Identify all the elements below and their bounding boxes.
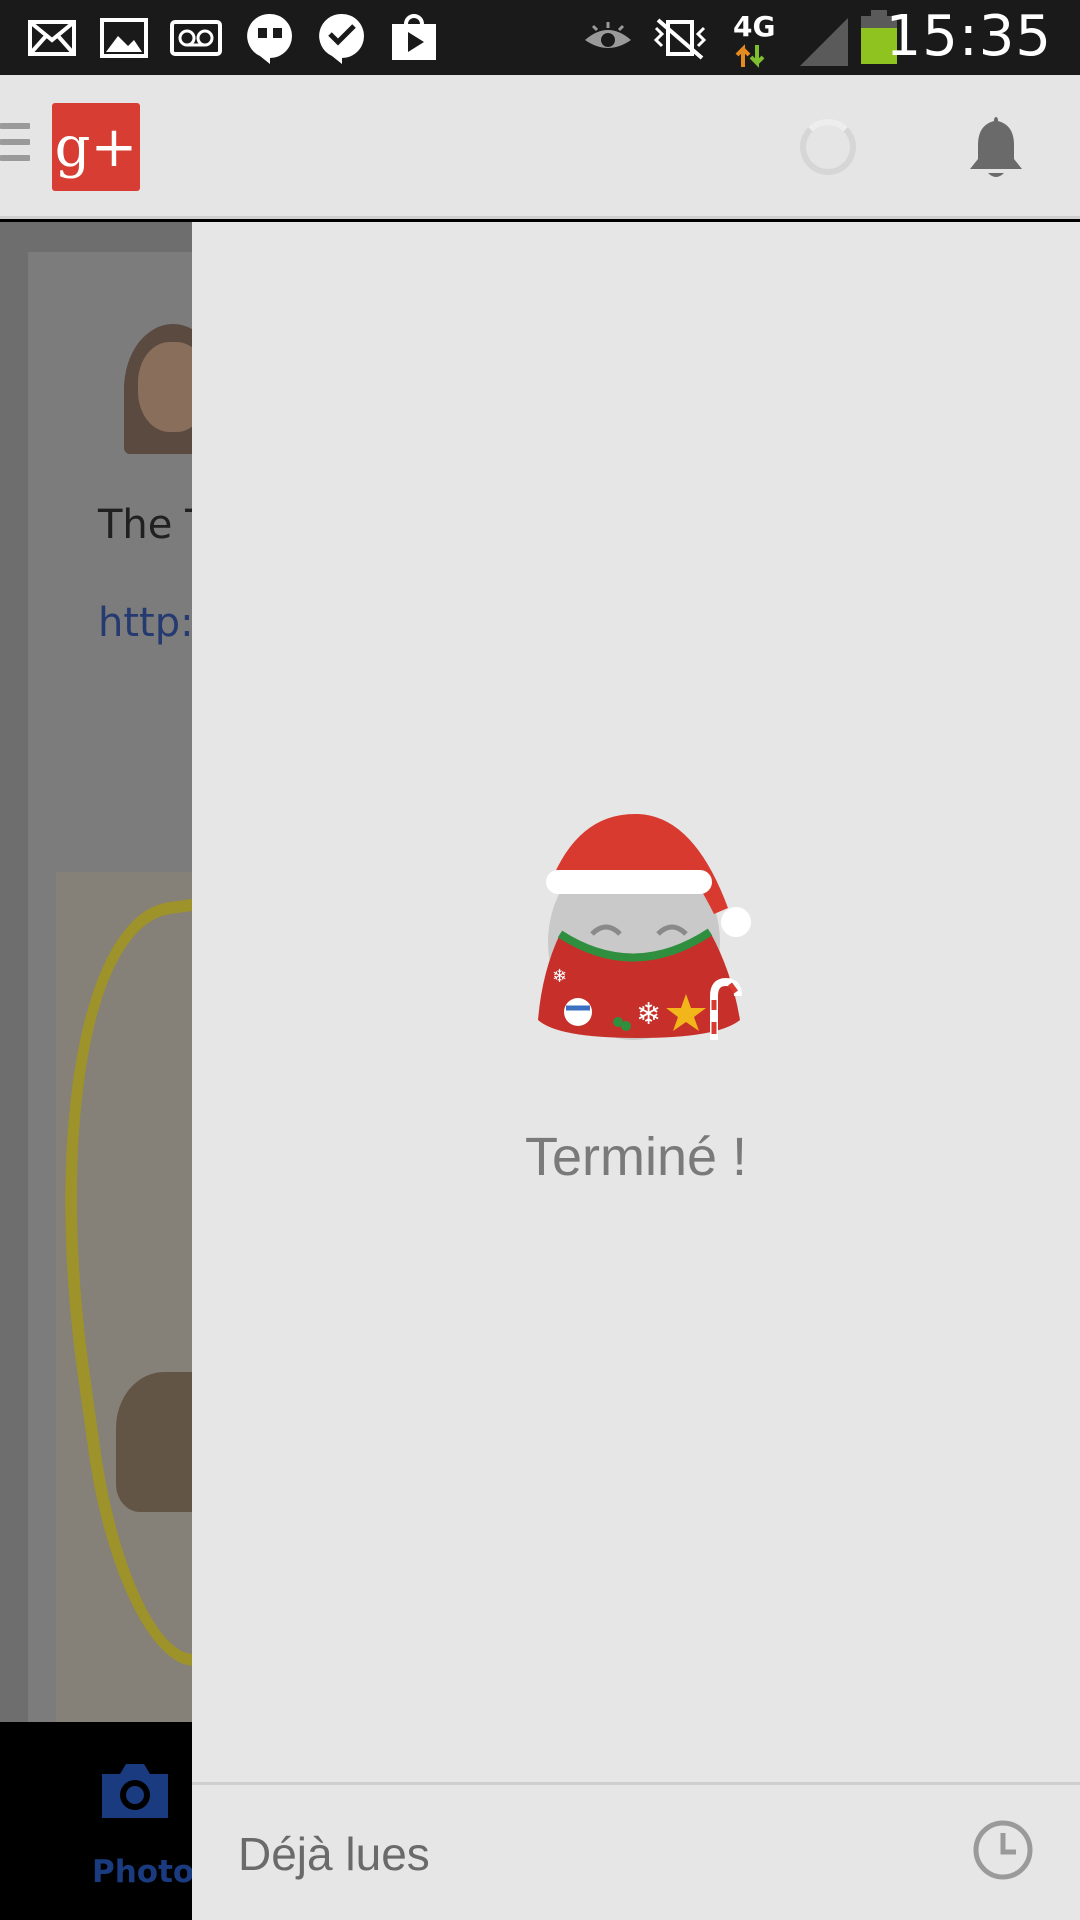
mail-icon — [24, 10, 80, 66]
vibrate-icon — [652, 10, 708, 66]
logo-text: g+ — [54, 114, 138, 180]
image-icon — [96, 10, 152, 66]
hangouts-icon — [242, 10, 298, 66]
signal-icon — [796, 14, 852, 70]
bell-icon[interactable] — [968, 115, 1024, 181]
network-4g-icon: 4G — [733, 10, 775, 69]
svg-text:❄: ❄ — [552, 966, 567, 987]
action-bar: g+ — [0, 75, 1080, 219]
play-store-icon — [386, 10, 442, 66]
read-notifications-label[interactable]: Déjà lues — [238, 1827, 430, 1881]
avatar[interactable] — [124, 324, 192, 454]
read-notifications-footer[interactable]: Déjà lues — [192, 1782, 1080, 1920]
eye-icon — [580, 10, 636, 66]
loading-spinner — [800, 119, 856, 175]
post-text: The Tr — [98, 502, 192, 548]
check-bubble-icon — [314, 10, 370, 66]
post-card[interactable]: The Tr http:// — [28, 252, 192, 1722]
holiday-mascot-illustration: ❄ ❄ — [518, 812, 758, 1062]
status-bar: 4G 15:35 — [0, 0, 1080, 75]
post-link[interactable]: http:// — [98, 600, 192, 646]
google-plus-logo[interactable]: g+ — [52, 103, 140, 191]
bottom-action-bar: Photo — [0, 1722, 194, 1920]
notifications-drawer: ❄ ❄ Terminé ! Déjà lues — [192, 222, 1080, 1920]
clock-icon[interactable] — [972, 1819, 1034, 1881]
camera-icon[interactable] — [98, 1762, 172, 1820]
menu-icon[interactable] — [0, 123, 30, 171]
stream-background: The Tr http:// — [0, 222, 192, 1722]
photo-button-label[interactable]: Photo — [92, 1854, 194, 1890]
svg-text:❄: ❄ — [636, 997, 661, 1032]
post-image[interactable] — [56, 872, 192, 1722]
clock-time: 15:35 — [885, 4, 1052, 69]
empty-state-message: Terminé ! — [524, 1127, 748, 1187]
voicemail-icon — [168, 10, 224, 66]
